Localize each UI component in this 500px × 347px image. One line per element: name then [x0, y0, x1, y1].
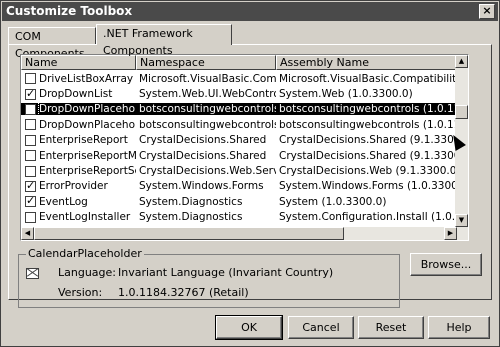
- table-row[interactable]: EnterpriseReportSer...CrystalDecisions.W…: [21, 163, 457, 178]
- help-button[interactable]: Help: [428, 316, 490, 339]
- table-row[interactable]: EnterpriseReport CrystalDecisions.Shared C…: [21, 133, 457, 148]
- row-name: EventLogInstaller: [39, 211, 131, 224]
- components-list[interactable]: Name Namespace Assembly Name DriveListBo…: [20, 54, 469, 241]
- component-envelope-icon: [26, 268, 39, 279]
- row-checkbox[interactable]: [25, 150, 36, 162]
- row-assembly: CrystalDecisions.Web (9.1.3300.0): [279, 165, 457, 178]
- row-namespace: System.Diagnostics: [139, 211, 243, 224]
- component-details-title: CalendarPlaceholder: [26, 247, 144, 260]
- language-label: Language:: [58, 266, 116, 279]
- tab-net-framework-components[interactable]: .NET Framework Components: [96, 24, 232, 57]
- close-button[interactable]: ×: [479, 4, 495, 19]
- row-namespace: CrystalDecisions.Web.Servi...: [139, 165, 276, 178]
- row-namespace: botsconsultingwebcontrols: [139, 118, 276, 131]
- row-name-cell: EventLog: [21, 196, 136, 208]
- row-checkbox[interactable]: [25, 103, 36, 115]
- scroll-left-button[interactable]: ◀: [21, 227, 34, 240]
- row-name: DriveListBoxArray: [39, 72, 134, 85]
- table-row[interactable]: DropDownList System.Web.UI.WebControlsSys…: [21, 86, 457, 101]
- list-rows: DriveListBoxArray Microsoft.VisualBasic.C…: [21, 71, 457, 225]
- window-title: Customize Toolbox: [6, 4, 133, 18]
- cancel-button[interactable]: Cancel: [288, 316, 354, 339]
- list-header: Name Namespace Assembly Name: [21, 55, 457, 70]
- row-namespace: CrystalDecisions.Shared: [139, 134, 267, 147]
- row-name-cell: DropDownPlaceholde...: [21, 103, 136, 116]
- row-assembly: System.Web (1.0.3300.0): [279, 88, 413, 101]
- row-name-cell: EnterpriseReportSer...: [21, 165, 136, 177]
- row-name: EventLog: [39, 195, 88, 208]
- row-checkbox[interactable]: [25, 88, 36, 100]
- row-checkbox[interactable]: [25, 73, 36, 85]
- row-namespace: System.Web.UI.WebControls: [139, 88, 276, 101]
- row-name-cell: EnterpriseReportMa...: [21, 150, 136, 162]
- row-assembly: botsconsultingwebcontrols (1.0.1184.2...: [279, 118, 457, 131]
- row-name: EnterpriseReportSer...: [39, 165, 136, 178]
- row-name-cell: DropDownList: [21, 88, 136, 100]
- row-name: EnterpriseReport: [39, 134, 128, 147]
- row-name: ErrorProvider: [39, 180, 108, 193]
- row-namespace: Microsoft.VisualBasic.Comp...: [139, 72, 276, 85]
- scroll-down-button[interactable]: ▼: [455, 214, 468, 227]
- row-assembly: System (1.0.3300.0): [279, 195, 387, 208]
- table-row[interactable]: EventLog System.Diagnostics System (1.0.33…: [21, 194, 457, 209]
- row-checkbox[interactable]: [25, 165, 36, 177]
- scroll-right-button[interactable]: ▶: [444, 227, 457, 240]
- row-name: DropDownPlacehold...: [39, 118, 136, 131]
- table-row[interactable]: ErrorProvider System.Windows.Forms System.…: [21, 179, 457, 194]
- horizontal-scrollbar[interactable]: ◀ ▶: [21, 227, 457, 240]
- tab-com-components[interactable]: COM Components: [8, 27, 96, 60]
- row-namespace: System.Windows.Forms: [139, 180, 264, 193]
- browse-button[interactable]: Browse...: [410, 253, 482, 276]
- row-assembly: CrystalDecisions.Shared (9.1.3300.0): [279, 134, 457, 147]
- row-checkbox[interactable]: [25, 196, 36, 208]
- version-label: Version:: [58, 286, 103, 299]
- row-name-cell: EventLogInstaller: [21, 211, 136, 223]
- row-name: DropDownPlaceholde...: [37, 103, 136, 116]
- component-details-group: [18, 254, 400, 308]
- table-row[interactable]: DropDownPlaceholde...botsconsultingwebco…: [21, 102, 457, 117]
- row-name-cell: ErrorProvider: [21, 180, 136, 192]
- row-name-cell: DriveListBoxArray: [21, 73, 136, 85]
- row-name-cell: EnterpriseReport: [21, 134, 136, 146]
- reset-button[interactable]: Reset: [358, 316, 424, 339]
- vertical-scroll-thumb[interactable]: [455, 105, 468, 119]
- row-checkbox[interactable]: [25, 134, 36, 146]
- table-row[interactable]: DropDownPlacehold...botsconsultingwebcon…: [21, 117, 457, 132]
- table-row[interactable]: EnterpriseReportMa...CrystalDecisions.Sh…: [21, 148, 457, 163]
- language-value: Invariant Language (Invariant Country): [118, 266, 334, 279]
- version-value: 1.0.1184.32767 (Retail): [118, 286, 249, 299]
- row-assembly: botsconsultingwebcontrols (1.0.1184.3...: [276, 103, 457, 116]
- table-row[interactable]: EventLogInstaller System.Diagnostics Syste…: [21, 210, 457, 225]
- row-namespace: System.Diagnostics: [139, 195, 243, 208]
- row-assembly: System.Windows.Forms (1.0.3300.0): [279, 180, 457, 193]
- row-namespace: botsconsultingwebcontrols: [136, 103, 276, 116]
- column-header-assembly[interactable]: Assembly Name: [276, 55, 457, 70]
- row-name: EnterpriseReportMa...: [39, 149, 136, 162]
- row-assembly: System.Configuration.Install (1.0.3300..…: [279, 211, 457, 224]
- row-name: DropDownList: [39, 88, 113, 101]
- row-checkbox[interactable]: [25, 211, 36, 223]
- row-checkbox[interactable]: [25, 180, 36, 192]
- row-assembly: CrystalDecisions.Shared (9.1.3300.0): [279, 149, 457, 162]
- ok-button[interactable]: OK: [215, 315, 283, 340]
- row-namespace: CrystalDecisions.Shared: [139, 149, 267, 162]
- row-assembly: Microsoft.VisualBasic.Compatibility (7.0…: [279, 72, 457, 85]
- row-checkbox[interactable]: [25, 119, 36, 131]
- scroll-up-button[interactable]: ▲: [455, 55, 468, 68]
- title-bar: Customize Toolbox ×: [2, 2, 498, 21]
- row-name-cell: DropDownPlacehold...: [21, 119, 136, 131]
- table-row[interactable]: DriveListBoxArray Microsoft.VisualBasic.C…: [21, 71, 457, 86]
- horizontal-scroll-thumb[interactable]: [34, 227, 344, 240]
